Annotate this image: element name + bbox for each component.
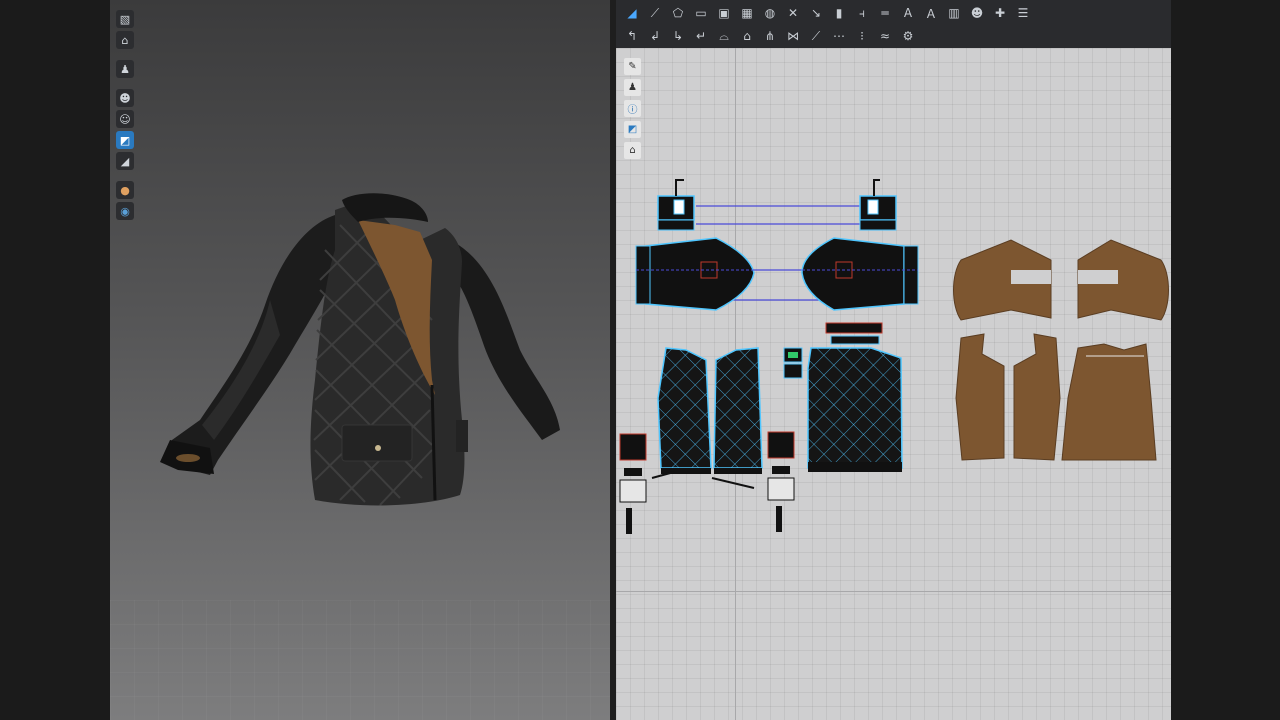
pattern-piece-pocket-right — [767, 431, 795, 532]
multi-sew-icon[interactable]: ↳ — [668, 27, 688, 45]
internal-rect-icon[interactable]: ▦ — [737, 4, 757, 22]
avatar-color-icon[interactable]: ☻ — [967, 4, 987, 22]
circle-icon[interactable]: ◍ — [760, 4, 780, 22]
pattern-piece-tab — [783, 347, 803, 379]
sleeve-left — [170, 215, 335, 475]
pattern-piece-sleeve-right — [801, 237, 919, 311]
button-icon[interactable]: ⁝ — [852, 27, 872, 45]
right-margin — [1171, 0, 1280, 720]
pattern-piece-pocket-left — [619, 433, 647, 534]
pattern-piece-lining-back — [1061, 343, 1157, 461]
facing-strips — [651, 471, 755, 489]
fold-icon[interactable]: ⌓ — [714, 27, 734, 45]
separator-icon[interactable]: ═ — [875, 4, 895, 22]
pattern-piece-front-left — [657, 347, 712, 474]
pattern-piece-collar-right — [859, 179, 897, 231]
tack-icon[interactable]: ↵ — [691, 27, 711, 45]
pattern-piece-front-right — [713, 347, 763, 474]
text-icon[interactable]: A — [898, 4, 918, 22]
viewport-2d-toolbar: ◢ ⟋ ⬠ ▭ ▣ ▦ ◍ ✕ ↘ ▮ ⫞ ═ A Ａ ▥ ☻ ✚ ☰ ↰ ↲ … — [616, 0, 1171, 48]
internal-polygon-icon[interactable]: ▣ — [714, 4, 734, 22]
trace-icon[interactable]: ↘ — [806, 4, 826, 22]
segment-sew-icon[interactable]: ↰ — [622, 27, 642, 45]
grid-icon[interactable]: ▥ — [944, 4, 964, 22]
garment-3d-model[interactable] — [110, 0, 610, 720]
pattern-canvas[interactable]: ✎ ♟ ⓘ ◩ ⌂ — [616, 48, 1171, 720]
toolbar-row-2: ↰ ↲ ↳ ↵ ⌓ ⌂ ⋔ ⋈ ⟋ ⋯ ⁝ ≈ ⚙ — [616, 23, 1171, 46]
transform-pattern-icon[interactable]: ◢ — [622, 4, 642, 22]
pattern-piece-lining-sleeve-left — [953, 239, 1052, 321]
pocket-button — [375, 445, 381, 451]
viewport-2d: ◢ ⟋ ⬠ ▭ ▣ ▦ ◍ ✕ ↘ ▮ ⫞ ═ A Ａ ▥ ☻ ✚ ☰ ↰ ↲ … — [616, 0, 1171, 720]
free-sew-icon[interactable]: ↲ — [645, 27, 665, 45]
pocket-flap — [341, 424, 413, 462]
pattern-piece-lining-front-right — [1013, 333, 1061, 461]
topstitch-icon[interactable]: ⚙ — [898, 27, 918, 45]
pin-icon[interactable]: ✚ — [990, 4, 1010, 22]
pleat-icon[interactable]: ⌂ — [737, 27, 757, 45]
rectangle-icon[interactable]: ▭ — [691, 4, 711, 22]
viewport-3d[interactable]: ▧ ⌂ ♟ ☻ ☺ ◩ ◢ ● ◉ — [110, 0, 610, 720]
stitch-icon[interactable]: ≈ — [875, 27, 895, 45]
pattern-piece-sleeve-left — [635, 237, 755, 311]
add-point-icon[interactable]: ⫞ — [852, 4, 872, 22]
toolbar-row-1: ◢ ⟋ ⬠ ▭ ▣ ▦ ◍ ✕ ↘ ▮ ⫞ ═ A Ａ ▥ ☻ ✚ ☰ — [616, 0, 1171, 23]
pattern-piece-collar-left — [657, 179, 695, 231]
pattern-pieces — [619, 179, 1169, 534]
zipper-icon[interactable]: ⋔ — [760, 27, 780, 45]
line-icon[interactable]: ⋯ — [829, 27, 849, 45]
text-outline-icon[interactable]: Ａ — [921, 4, 941, 22]
puckering-icon[interactable]: ⋈ — [783, 27, 803, 45]
polygon-icon[interactable]: ⬠ — [668, 4, 688, 22]
cuff-opening — [176, 454, 200, 462]
collar — [342, 193, 428, 222]
pattern-piece-lining-sleeve-right — [1077, 239, 1169, 321]
layout-icon[interactable]: ☰ — [1013, 4, 1033, 22]
edit-pattern-icon[interactable]: ⟋ — [645, 4, 665, 22]
pattern-piece-back — [807, 322, 903, 472]
pocket-flap-right — [456, 420, 468, 452]
fold-arrangement-icon[interactable]: ▮ — [829, 4, 849, 22]
cut-icon[interactable]: ✕ — [783, 4, 803, 22]
pattern-piece-lining-front-left — [955, 333, 1005, 461]
measure-icon[interactable]: ⟋ — [806, 27, 826, 45]
sleeve-right — [448, 240, 560, 440]
